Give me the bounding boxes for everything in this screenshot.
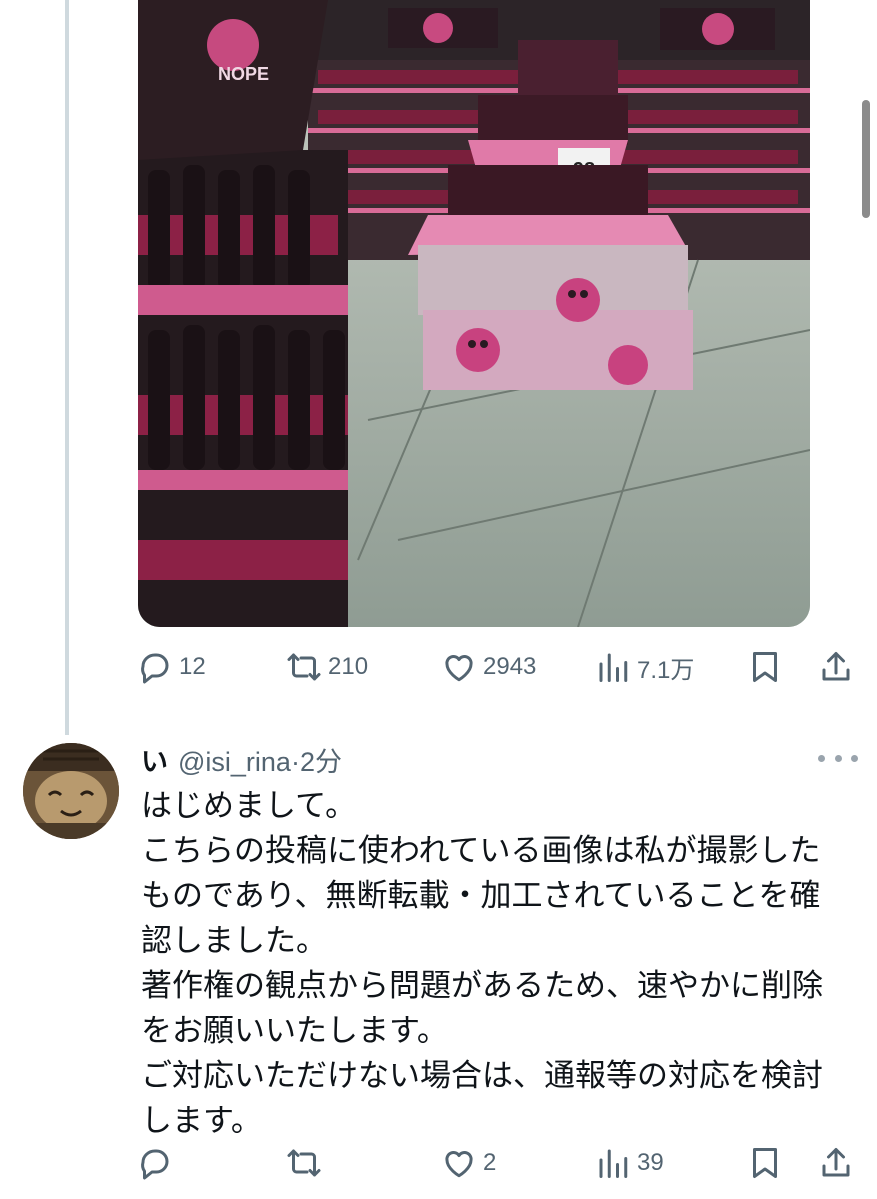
retweet-icon — [287, 653, 321, 681]
reply-icon — [141, 653, 169, 684]
scrollbar-thumb[interactable] — [862, 100, 870, 218]
can-logo-text: NOPE — [218, 64, 269, 84]
bookmark-icon — [753, 652, 777, 682]
reply-like-count: 2 — [483, 1149, 497, 1176]
share-icon — [822, 652, 850, 681]
more-icon-dot — [834, 754, 842, 762]
reply-views-button[interactable]: 39 — [595, 1133, 664, 1193]
like-icon — [445, 1151, 473, 1178]
reply-share-button[interactable] — [818, 1133, 854, 1193]
views-count: 7.1万 — [637, 656, 695, 684]
like-button[interactable]: 2943 — [441, 637, 536, 697]
like-icon — [445, 655, 473, 682]
thread-connector-line — [65, 0, 69, 735]
reply-line: 認しました。 — [141, 923, 327, 959]
reply-line: ご対応いただけない場合は、通報等の対応を検討 — [141, 1058, 823, 1094]
reply-handle[interactable]: @isi_rina — [178, 747, 291, 778]
share-button[interactable] — [818, 637, 854, 697]
reply-separator: · — [290, 747, 300, 777]
tweet-media-image[interactable]: 98 — [138, 0, 810, 627]
retweet-count: 210 — [328, 653, 369, 680]
share-icon — [822, 1148, 850, 1177]
retweet-icon — [287, 1149, 321, 1177]
bookmark-button[interactable] — [747, 637, 783, 697]
reply-retweet-button[interactable] — [286, 1133, 328, 1193]
reply-display-name[interactable]: い — [141, 740, 168, 779]
reply-reply-button[interactable] — [137, 1133, 179, 1193]
bookmark-icon — [753, 1148, 777, 1178]
tweet-action-bar: 12 210 2943 7.1万 — [0, 637, 877, 697]
views-icon — [599, 653, 628, 682]
like-count: 2943 — [483, 653, 537, 680]
views-button[interactable]: 7.1万 — [595, 637, 694, 697]
reply-count: 12 — [179, 653, 206, 680]
reply-text: はじめまして。 こちらの投稿に使われている画像は私が撮影した ものであり、無断転… — [141, 784, 841, 1144]
reply-line: はじめまして。 — [141, 788, 357, 824]
reply-bookmark-button[interactable] — [747, 1133, 783, 1193]
reply-like-button[interactable]: 2 — [441, 1133, 496, 1193]
reply-views-count: 39 — [637, 1149, 664, 1176]
reply-icon — [141, 1149, 169, 1180]
reply-header: い @isi_rina · 2分 — [141, 740, 342, 780]
reply-line: こちらの投稿に使われている画像は私が撮影した — [141, 833, 821, 869]
more-icon-dot — [851, 754, 858, 762]
more-icon — [818, 754, 825, 762]
reply-line: ものであり、無断転載・加工されていることを確 — [141, 878, 821, 914]
views-icon — [599, 1149, 628, 1178]
retweet-button[interactable]: 210 — [286, 637, 368, 697]
reply-line: 著作権の観点から問題があるため、速やかに削除 — [141, 968, 823, 1004]
reply-action-bar: 2 39 — [0, 1133, 877, 1193]
reply-timestamp[interactable]: 2分 — [300, 740, 342, 779]
reply-line: をお願いいたします。 — [141, 1013, 448, 1049]
avatar[interactable] — [23, 743, 119, 839]
reply-button[interactable]: 12 — [137, 637, 206, 697]
more-button[interactable] — [818, 746, 858, 770]
